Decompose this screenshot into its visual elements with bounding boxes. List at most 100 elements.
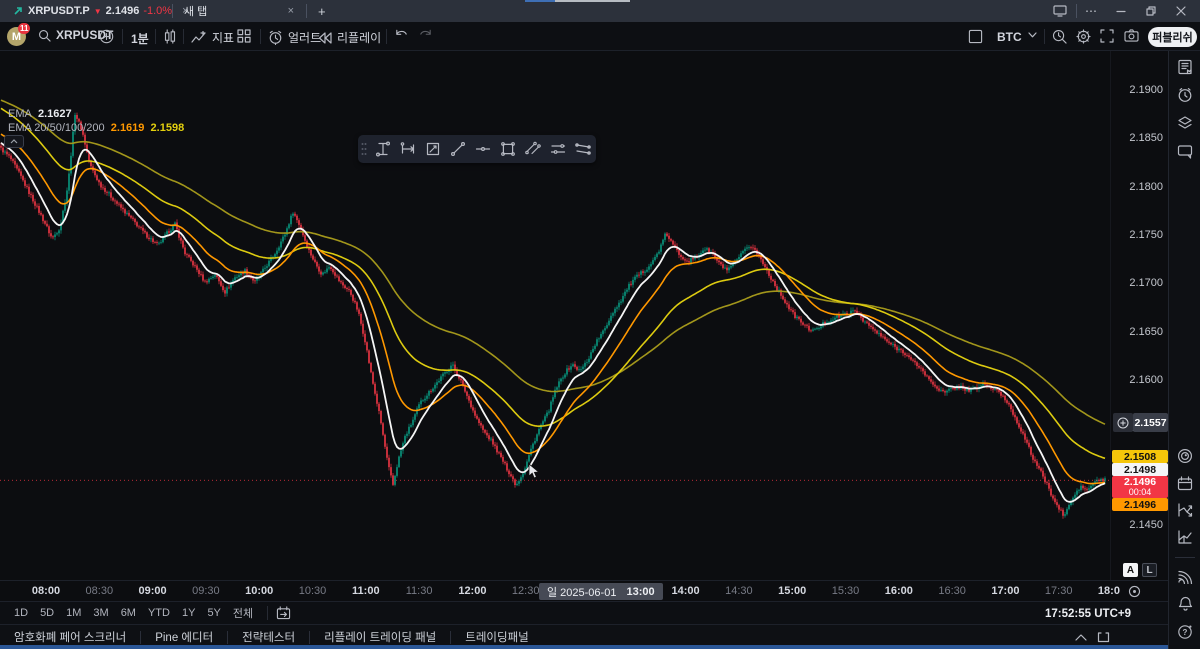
chat-icon[interactable]: [1176, 142, 1194, 160]
window-minimize-icon[interactable]: [1112, 0, 1130, 22]
browser-tab-xrpusdt[interactable]: XRPUSDT.P ▼ 2.1496 -1.0% ×: [6, 0, 197, 22]
cast-screen-icon[interactable]: [1050, 0, 1070, 22]
window-restore-icon[interactable]: [1142, 0, 1160, 22]
browser-menu-icon[interactable]: ⋯: [1082, 0, 1100, 22]
tab-price-arrow-icon: ▼: [94, 7, 102, 16]
alert-button[interactable]: 얼러트: [268, 29, 321, 46]
axis-settings-icon[interactable]: [1128, 585, 1141, 598]
draw-tool-rectangle-icon[interactable]: [495, 137, 520, 161]
drag-handle[interactable]: [358, 142, 370, 156]
draw-tool-disjoint-channel-icon[interactable]: [570, 137, 595, 161]
top-strip-grey: [555, 0, 630, 2]
last-price-label: 2.149600:04: [1112, 476, 1168, 498]
search-icon: [38, 29, 51, 42]
watchlist-icon[interactable]: [1176, 58, 1194, 76]
notifications-bell-icon[interactable]: [1176, 595, 1194, 613]
range-button-1d[interactable]: 1D: [8, 605, 34, 621]
range-button-3m[interactable]: 3M: [87, 605, 114, 621]
browser-tab-new[interactable]: 새 탭 ×: [176, 0, 302, 22]
draw-tool-date-price-range-icon[interactable]: [420, 137, 445, 161]
layers-icon[interactable]: [1176, 114, 1194, 132]
chart-style-button[interactable]: [163, 29, 177, 44]
tradingview-window: XRPUSDT.P ▼ 2.1496 -1.0% × 새 탭 × + ⋯ M 1…: [0, 0, 1200, 649]
window-close-icon[interactable]: [1172, 0, 1190, 22]
avatar-notification-badge: 11: [18, 23, 30, 34]
indicator-templates-button[interactable]: [237, 29, 251, 43]
time-tick: 10:30: [299, 585, 327, 597]
range-button-5d[interactable]: 5D: [34, 605, 60, 621]
tab2-close-icon[interactable]: ×: [288, 5, 294, 17]
quote-currency-button[interactable]: BTC: [997, 30, 1022, 44]
range-button-ytd[interactable]: YTD: [142, 605, 176, 621]
draw-tool-horizontal-line-icon[interactable]: [470, 137, 495, 161]
new-tab-button[interactable]: +: [310, 0, 334, 22]
ideas-icon[interactable]: [1176, 501, 1194, 519]
ema-fast-line: [1, 143, 1105, 502]
legend-collapse-button[interactable]: [4, 135, 24, 148]
axis-add-alert-button[interactable]: [1113, 413, 1133, 432]
redo-button[interactable]: [418, 29, 433, 41]
panel-maximize-icon[interactable]: [1097, 632, 1110, 643]
auto-scale-button[interactable]: A: [1123, 563, 1138, 577]
layout-select-button[interactable]: [968, 29, 983, 44]
price-tick: 2.1900: [1129, 84, 1163, 96]
interval-button[interactable]: 1분: [131, 30, 149, 47]
draw-tool-price-range-icon[interactable]: [370, 137, 395, 161]
hotlist-icon[interactable]: [1176, 447, 1194, 465]
range-button-1m[interactable]: 1M: [60, 605, 87, 621]
floating-drawing-toolbar[interactable]: [358, 135, 596, 163]
indicators-button[interactable]: 지표: [191, 29, 234, 46]
time-tick: 08:30: [86, 585, 114, 597]
rewind-icon: [318, 32, 332, 44]
right-sidebar: ?: [1168, 51, 1200, 649]
market-clock-button[interactable]: [1052, 29, 1067, 44]
range-button-5y[interactable]: 5Y: [201, 605, 226, 621]
legend-ema-value: 2.1627: [38, 108, 72, 120]
replay-button[interactable]: 리플레이: [318, 29, 381, 46]
price-tick: 2.1650: [1129, 326, 1163, 338]
help-icon[interactable]: ?: [1176, 623, 1194, 641]
draw-tool-date-range-icon[interactable]: [395, 137, 420, 161]
ema-axis-label: 2.1496: [1112, 498, 1168, 511]
settings-button[interactable]: [1076, 29, 1091, 44]
publish-button[interactable]: 퍼블리쉬: [1148, 27, 1197, 47]
tab-separator: [172, 4, 173, 18]
panel-expand-icon[interactable]: [1075, 634, 1087, 641]
go-to-date-button[interactable]: [276, 606, 291, 620]
mouse-cursor: [528, 463, 540, 479]
range-button-6m[interactable]: 6M: [115, 605, 142, 621]
compare-add-symbol-button[interactable]: [99, 29, 114, 44]
top-strip-blue: [525, 0, 555, 2]
draw-tool-parallel-channel-icon[interactable]: [520, 137, 545, 161]
draw-tool-trend-line-icon[interactable]: [445, 137, 470, 161]
tab-price: 2.1496: [106, 5, 140, 17]
undo-button[interactable]: [394, 29, 409, 41]
alerts-clock-icon[interactable]: [1176, 86, 1194, 104]
up-candle-bodies: [4, 115, 1106, 516]
price-axis[interactable]: 2.19002.18502.18002.17502.17002.16502.16…: [1110, 51, 1168, 580]
ema-axis-label: 2.1508: [1112, 450, 1168, 463]
fullscreen-button[interactable]: [1100, 29, 1114, 43]
time-tick: 16:30: [938, 585, 966, 597]
time-tick: 11:30: [406, 585, 433, 597]
signal-icon[interactable]: [1176, 567, 1194, 585]
chart-pane[interactable]: TradingView EMA 2.1627 EMA 20/50/100/200…: [0, 51, 1110, 580]
range-button-전체[interactable]: 전체: [227, 603, 259, 623]
calendar-go-icon: [276, 606, 291, 620]
time-tick: 12:30: [512, 585, 540, 597]
clock-display[interactable]: 17:52:55 UTC+9: [1045, 602, 1131, 625]
trades-icon[interactable]: [1176, 528, 1194, 546]
range-button-1y[interactable]: 1Y: [176, 605, 201, 621]
down-candle-bodies: [0, 115, 1104, 516]
window-bottom-edge: [0, 645, 1200, 649]
draw-tool-flat-channel-icon[interactable]: [545, 137, 570, 161]
snapshot-button[interactable]: [1124, 29, 1139, 42]
time-tick: 09:00: [139, 585, 167, 597]
site-favicon: [14, 6, 24, 16]
legend-ema-multi-row[interactable]: EMA 20/50/100/200 2.1619 2.1598: [8, 121, 184, 135]
time-axis[interactable]: 08:0008:3009:0009:3010:0010:3011:0011:30…: [0, 580, 1168, 601]
log-scale-button[interactable]: L: [1142, 563, 1157, 577]
chevron-down-icon[interactable]: [1028, 32, 1037, 38]
calendar-icon[interactable]: [1176, 474, 1194, 492]
legend-ema-row[interactable]: EMA 2.1627: [8, 107, 184, 121]
